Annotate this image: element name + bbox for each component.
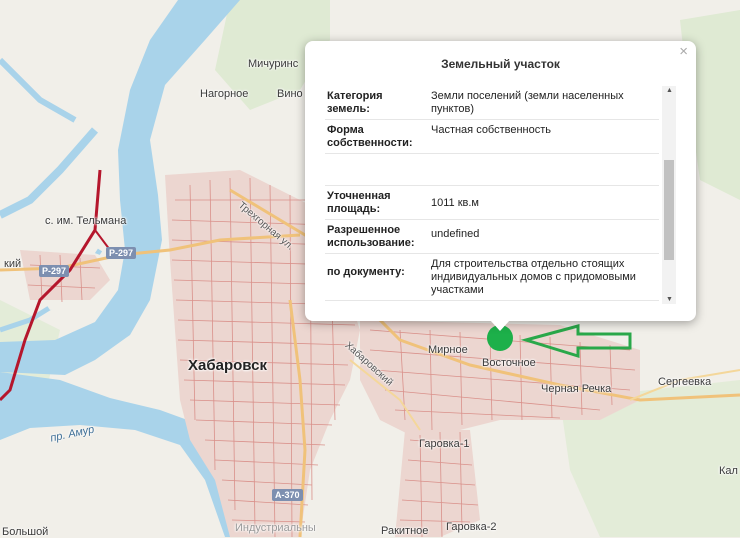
popup-title: Земельный участок bbox=[441, 57, 560, 71]
road-shield: Р-297 bbox=[106, 247, 137, 259]
popup-content[interactable]: Категория земель: Земли поселений (земли… bbox=[325, 86, 665, 304]
scroll-down-icon[interactable]: ▼ bbox=[666, 296, 673, 303]
parcel-info-table: Категория земель: Земли поселений (земли… bbox=[325, 86, 659, 301]
table-row: Разрешенное использование: undefined bbox=[325, 219, 659, 254]
place-label: Мирное bbox=[428, 344, 468, 356]
place-label: с. им. Тельмана bbox=[45, 215, 127, 227]
row-value: undefined bbox=[425, 219, 659, 254]
city-label: Хабаровск bbox=[188, 357, 267, 374]
place-label: Гаровка-1 bbox=[419, 438, 470, 450]
scroll-up-icon[interactable]: ▲ bbox=[666, 87, 673, 94]
scrollbar-thumb[interactable] bbox=[664, 160, 674, 260]
row-value: 1011 кв.м bbox=[425, 185, 659, 220]
place-label: Кал bbox=[719, 465, 738, 477]
place-label: Нагорное bbox=[200, 88, 249, 100]
parcel-popup: × Земельный участок Категория земель: Зе… bbox=[305, 41, 696, 331]
place-label: Большой bbox=[2, 526, 49, 538]
place-label: Черная Речка bbox=[541, 383, 612, 395]
row-value bbox=[425, 153, 659, 186]
table-row: по документу: Для строительства отдельно… bbox=[325, 253, 659, 301]
row-key: Уточненная площадь: bbox=[325, 185, 425, 220]
road-shield: А-370 bbox=[272, 489, 303, 501]
place-label: Вино bbox=[277, 88, 303, 100]
table-row: Уточненная площадь: 1011 кв.м bbox=[325, 185, 659, 220]
row-value: Для строительства отдельно стоящих индив… bbox=[425, 253, 659, 301]
place-label: Сергеевка bbox=[658, 376, 712, 388]
row-value: Земли поселений (земли населенных пункто… bbox=[425, 86, 659, 120]
row-key bbox=[325, 153, 425, 186]
place-label: Мичуринс bbox=[248, 58, 299, 70]
row-key: по документу: bbox=[325, 253, 425, 301]
row-value: Частная собственность bbox=[425, 119, 659, 154]
road-shield: Р-297 bbox=[39, 265, 70, 277]
popup-scrollbar[interactable]: ▲ ▼ bbox=[662, 86, 676, 304]
place-label: кий bbox=[4, 258, 22, 270]
place-label: Индустриальны bbox=[235, 522, 316, 534]
place-label: Восточное bbox=[482, 357, 536, 369]
place-label: Гаровка-2 bbox=[446, 521, 497, 533]
table-row: Форма собственности: Частная собственнос… bbox=[325, 119, 659, 154]
place-label: Ракитное bbox=[381, 525, 429, 537]
row-key: Разрешенное использование: bbox=[325, 219, 425, 254]
row-key: Категория земель: bbox=[325, 86, 425, 120]
table-row bbox=[325, 153, 659, 186]
table-row: Категория земель: Земли поселений (земли… bbox=[325, 86, 659, 120]
row-key: Форма собственности: bbox=[325, 119, 425, 154]
